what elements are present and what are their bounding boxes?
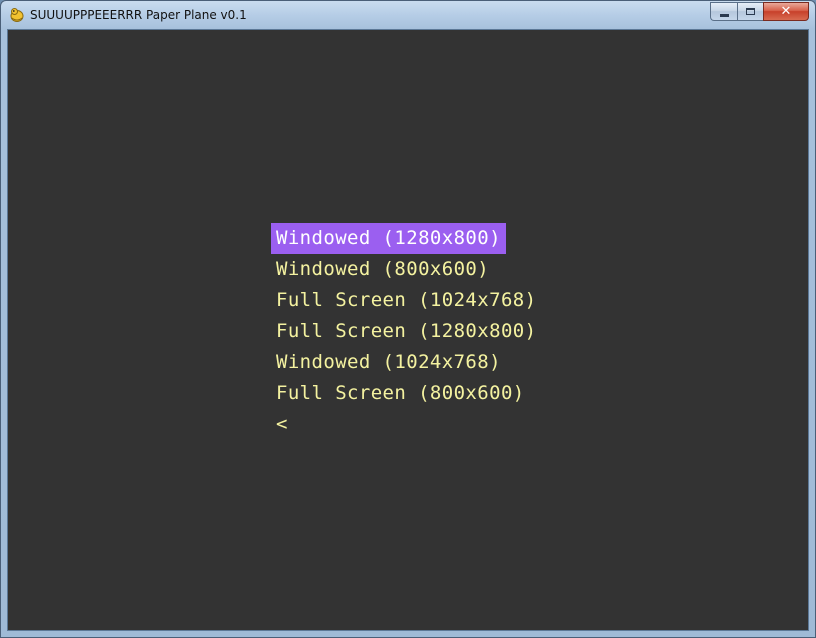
- title-bar[interactable]: SUUUUPPPEEERRR Paper Plane v0.1 ✕: [1, 1, 815, 29]
- menu-item-windowed-1280x800[interactable]: Windowed (1280x800): [271, 223, 506, 254]
- close-icon: ✕: [780, 4, 792, 19]
- minimize-icon: [719, 13, 729, 17]
- back-button[interactable]: <: [271, 413, 293, 435]
- menu-item-windowed-800x600[interactable]: Windowed (800x600): [271, 258, 494, 280]
- menu-item-windowed-1024x768[interactable]: Windowed (1024x768): [271, 351, 506, 373]
- pygame-snake-icon: [10, 8, 24, 22]
- maximize-icon: [746, 8, 755, 15]
- window-controls: ✕: [710, 2, 809, 21]
- menu-item-fullscreen-1024x768[interactable]: Full Screen (1024x768): [271, 289, 541, 311]
- game-canvas[interactable]: Windowed (1280x800) Windowed (800x600) F…: [8, 30, 808, 630]
- window-title: SUUUUPPPEEERRR Paper Plane v0.1: [30, 8, 247, 22]
- menu-item-fullscreen-800x600[interactable]: Full Screen (800x600): [271, 382, 530, 404]
- menu-item-fullscreen-1280x800[interactable]: Full Screen (1280x800): [271, 320, 541, 342]
- close-button[interactable]: ✕: [763, 2, 809, 21]
- maximize-button[interactable]: [737, 2, 763, 21]
- app-window: SUUUUPPPEEERRR Paper Plane v0.1 ✕ Window…: [0, 0, 816, 638]
- minimize-button[interactable]: [710, 2, 737, 21]
- resolution-menu: Windowed (1280x800) Windowed (800x600) F…: [271, 223, 541, 440]
